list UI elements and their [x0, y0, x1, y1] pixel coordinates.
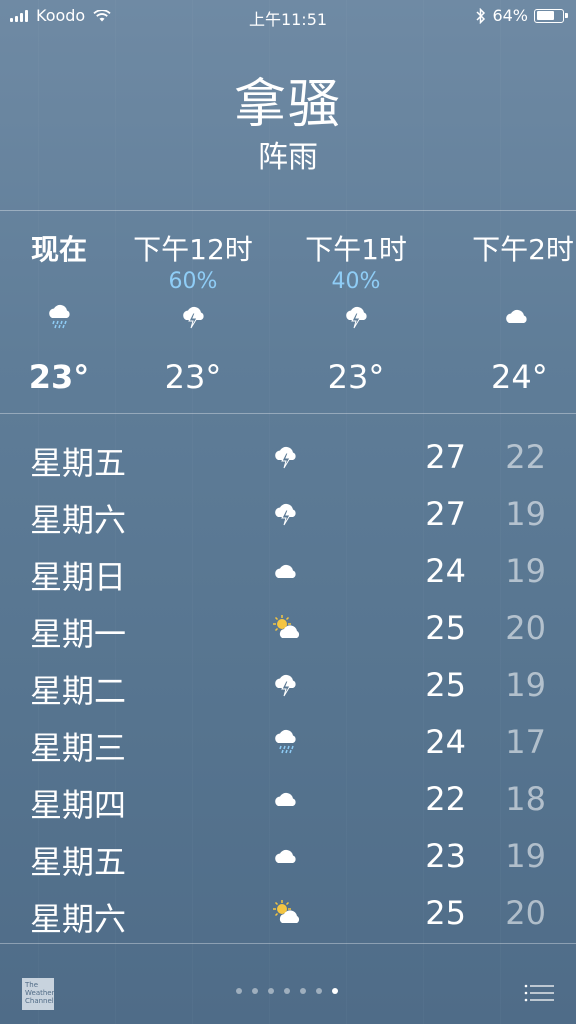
- precip-percent: 60%: [168, 269, 218, 294]
- day-name: 星期六: [30, 501, 127, 539]
- hour-temp: 24°: [491, 358, 548, 396]
- page-indicator[interactable]: [0, 988, 576, 994]
- rain-cloud-icon: [0, 296, 134, 336]
- hour-temp: 23°: [164, 358, 222, 396]
- page-dot[interactable]: [268, 988, 274, 994]
- hour-temp: 23°: [327, 358, 385, 396]
- precip-percent: [443, 268, 576, 296]
- low-temp: 17: [505, 723, 546, 761]
- hourly-forecast[interactable]: 现在 23° 下午12时 60% 23° 下午1时 40% 23° 下午2时 2…: [0, 212, 576, 412]
- high-temp: 24: [425, 552, 466, 590]
- divider-top: [0, 210, 576, 211]
- partly-sunny-icon: [273, 615, 300, 638]
- battery-icon: [534, 8, 568, 23]
- thunder-cloud-icon: [275, 674, 296, 697]
- low-temp: 20: [505, 894, 546, 932]
- day-name: 星期日: [30, 558, 127, 596]
- high-temp: 25: [425, 666, 466, 704]
- hour-item: 下午2时 24°: [443, 212, 576, 396]
- divider-middle: [0, 413, 576, 414]
- divider-bottom: [0, 943, 576, 944]
- high-temp: 27: [425, 495, 466, 533]
- day-name: 星期一: [30, 615, 127, 653]
- list-item: 星期五 27 22: [0, 432, 576, 489]
- low-temp: 19: [505, 837, 546, 875]
- day-name: 星期二: [30, 672, 127, 710]
- list-item: 星期五 23 19: [0, 831, 576, 888]
- list-item: 星期六 25 20: [0, 888, 576, 945]
- list-item: 星期三 24 17: [0, 717, 576, 774]
- hour-temp: 23°: [28, 358, 90, 396]
- list-item: 星期四 22 18: [0, 774, 576, 831]
- page-dot[interactable]: [252, 988, 258, 994]
- low-temp: 19: [505, 495, 546, 533]
- high-temp: 22: [425, 780, 466, 818]
- high-temp: 25: [425, 894, 466, 932]
- page-dot[interactable]: [284, 988, 290, 994]
- low-temp: 19: [505, 552, 546, 590]
- list-icon[interactable]: [524, 984, 554, 1002]
- day-name: 星期三: [30, 729, 127, 767]
- thunder-cloud-icon: [275, 503, 296, 526]
- cloud-icon: [275, 564, 296, 578]
- bottom-toolbar: The Weather Channel: [0, 964, 576, 1024]
- weather-channel-logo[interactable]: The Weather Channel: [22, 978, 54, 1010]
- precip-percent: 40%: [331, 269, 381, 294]
- hour-label: 下午12时: [133, 233, 253, 266]
- hour-label: 下午2时: [472, 233, 574, 266]
- low-temp: 20: [505, 609, 546, 647]
- daily-forecast[interactable]: 星期五 27 22 星期六 27 19 星期日 24 19 星期一 25 20 …: [0, 432, 576, 945]
- hour-item: 下午1时 40% 23°: [281, 212, 431, 396]
- status-bar: Koodo 上午11:51 64%: [0, 0, 576, 34]
- thunder-cloud-icon: [275, 446, 296, 469]
- cloud-icon: [275, 792, 296, 806]
- high-temp: 25: [425, 609, 466, 647]
- page-dot[interactable]: [236, 988, 242, 994]
- high-temp: 24: [425, 723, 466, 761]
- list-item: 星期六 27 19: [0, 489, 576, 546]
- battery-percent: 64%: [492, 6, 528, 25]
- precip-percent: [0, 268, 134, 296]
- day-name: 星期四: [30, 786, 127, 824]
- day-name: 星期五: [30, 444, 127, 482]
- cloud-icon: [443, 296, 576, 336]
- thunder-cloud-icon: [281, 296, 431, 336]
- rain-cloud-icon: [275, 729, 296, 754]
- day-name: 星期六: [30, 900, 127, 938]
- bluetooth-icon: [476, 7, 486, 24]
- hour-label: 下午1时: [305, 233, 407, 266]
- list-item: 星期日 24 19: [0, 546, 576, 603]
- high-temp: 23: [425, 837, 466, 875]
- city-name: 拿骚: [233, 75, 342, 135]
- low-temp: 18: [505, 780, 546, 818]
- page-dot[interactable]: [316, 988, 322, 994]
- hour-label: 现在: [30, 233, 87, 266]
- low-temp: 19: [505, 666, 546, 704]
- hour-item: 现在 23°: [0, 212, 134, 396]
- thunder-cloud-icon: [118, 296, 268, 336]
- list-item: 星期二 25 19: [0, 660, 576, 717]
- hour-item: 下午12时 60% 23°: [118, 212, 268, 396]
- partly-sunny-icon: [273, 900, 300, 923]
- cloud-icon: [275, 849, 296, 863]
- page-dot[interactable]: [300, 988, 306, 994]
- day-name: 星期五: [30, 843, 127, 881]
- low-temp: 22: [505, 438, 546, 476]
- page-dot-active[interactable]: [332, 988, 338, 994]
- list-item: 星期一 25 20: [0, 603, 576, 660]
- high-temp: 27: [425, 438, 466, 476]
- current-condition: 阵雨: [258, 140, 318, 175]
